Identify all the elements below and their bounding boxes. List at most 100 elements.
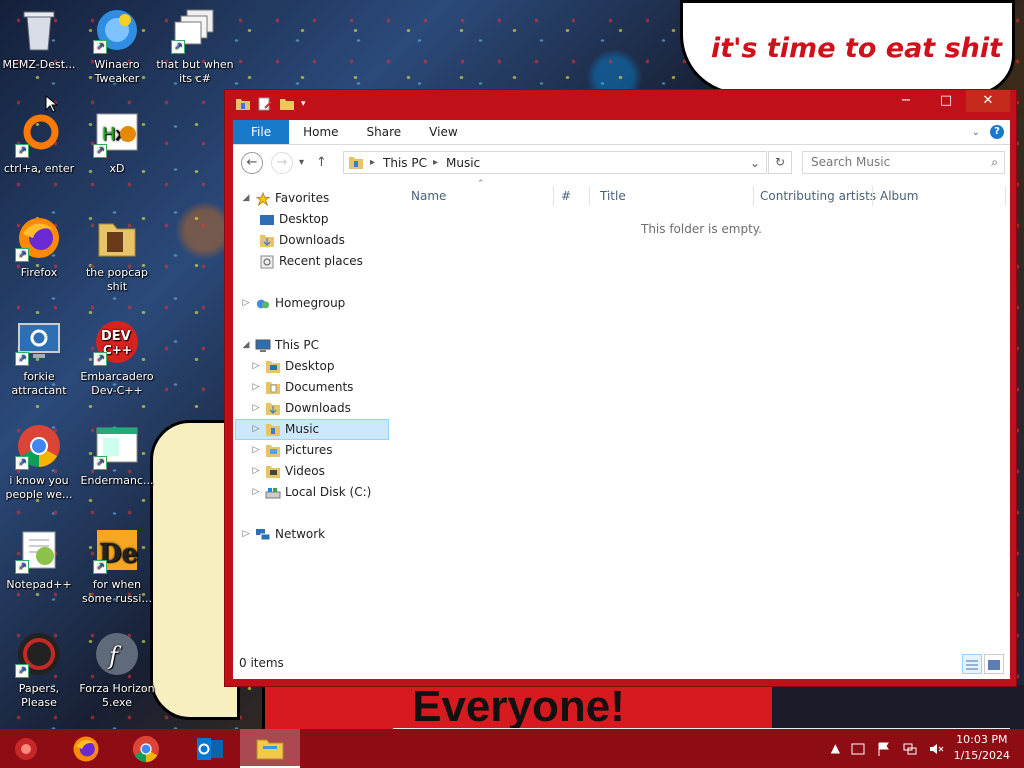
forward-button[interactable]: → — [271, 151, 293, 174]
expand-arrow-icon[interactable]: ▷ — [251, 482, 261, 503]
taskbar-file-explorer[interactable] — [240, 729, 300, 768]
papers-please-icon: ↗ — [15, 630, 63, 678]
close-button[interactable]: ✕ — [966, 90, 1010, 112]
large-icons-view-icon[interactable] — [984, 654, 1004, 674]
breadcrumb-music[interactable]: Music — [446, 156, 480, 170]
refresh-button[interactable]: ↻ — [768, 151, 792, 174]
back-button[interactable]: ← — [241, 151, 263, 174]
desktop-icon-russi[interactable]: De ↗ for when some russi... — [78, 526, 156, 606]
notepadpp-icon: ↗ — [15, 526, 63, 574]
search-icon: ⌕ — [991, 155, 998, 169]
up-button[interactable]: ↑ — [316, 155, 327, 170]
nav-pc-music[interactable]: ▷ Music — [235, 419, 389, 440]
desktop-icon-label: i know you people we... — [5, 474, 73, 501]
nav-pc-videos[interactable]: ▷ Videos — [251, 461, 325, 482]
desktop-icon-chrome[interactable]: ↗ i know you people we... — [0, 422, 78, 502]
tab-file[interactable]: File — [233, 120, 290, 144]
nav-network[interactable]: ▷ Network — [241, 524, 326, 545]
expand-arrow-icon[interactable]: ▷ — [251, 419, 261, 440]
expand-arrow-icon[interactable]: ▷ — [241, 293, 251, 314]
recent-locations-icon[interactable]: ▾ — [299, 157, 304, 168]
nav-this-pc[interactable]: ◢ This PC — [241, 335, 319, 356]
desktop-icon-forkie[interactable]: ↗ forkie attractant — [0, 318, 78, 398]
desktop-icon-forza[interactable]: f Forza Horizon 5.exe — [78, 630, 156, 710]
details-view-icon[interactable] — [962, 654, 982, 674]
expand-arrow-icon[interactable]: ▷ — [251, 356, 261, 377]
address-bar[interactable]: ▸ This PC ▸ Music ⌄ — [343, 151, 767, 174]
properties-icon[interactable] — [257, 96, 273, 112]
nav-label: Music — [285, 422, 320, 436]
navigation-pane[interactable]: ◢ Favorites Desktop Downloads Recent pla… — [233, 180, 393, 648]
collapse-arrow-icon[interactable]: ◢ — [241, 188, 251, 209]
breadcrumb-separator-icon[interactable]: ▸ — [370, 157, 375, 168]
desktop-icon-papers-please[interactable]: ↗ Papers, Please — [0, 630, 78, 710]
network-status-icon[interactable] — [902, 741, 918, 757]
desktop-icon-winaero[interactable]: ↗ Winaero Tweaker — [78, 6, 156, 86]
nav-homegroup[interactable]: ▷ Homegroup — [241, 293, 346, 314]
breadcrumb-separator-icon[interactable]: ▸ — [433, 157, 438, 168]
taskbar-clock[interactable]: 10:03 PM 1/15/2024 — [954, 732, 1010, 764]
taskbar-outlook[interactable] — [180, 729, 240, 768]
flag-icon[interactable] — [876, 741, 892, 757]
desktop-icon-xd[interactable]: Hx ↗ xD — [78, 110, 156, 176]
taskbar-firefox[interactable] — [56, 729, 116, 768]
maximize-button[interactable]: □ — [926, 90, 966, 112]
de-icon: De ↗ — [93, 526, 141, 574]
nav-recent-places[interactable]: Recent places — [255, 251, 363, 272]
breadcrumb-this-pc[interactable]: This PC — [383, 156, 427, 170]
expand-arrow-icon[interactable]: ▷ — [251, 461, 261, 482]
column-divider[interactable] — [589, 186, 590, 206]
explorer-content: ◢ Favorites Desktop Downloads Recent pla… — [233, 179, 1010, 745]
nav-favorites[interactable]: ◢ Favorites — [241, 188, 329, 209]
tab-share[interactable]: Share — [353, 120, 416, 144]
desktop-icon-memz[interactable]: MEMZ-Dest... — [0, 6, 78, 72]
expand-ribbon-icon[interactable]: ⌄ — [972, 127, 980, 138]
search-input[interactable]: Search Music ⌕ — [802, 151, 1005, 174]
address-dropdown-icon[interactable]: ⌄ — [750, 156, 760, 170]
tab-view[interactable]: View — [415, 120, 471, 144]
nav-pc-documents[interactable]: ▷ Documents — [251, 377, 354, 398]
help-icon[interactable]: ? — [990, 125, 1004, 139]
nav-pc-pictures[interactable]: ▷ Pictures — [251, 440, 333, 461]
desktop-icon-cs[interactable]: ↗ that but when its c# — [156, 6, 234, 86]
collapse-arrow-icon[interactable]: ◢ — [241, 335, 251, 356]
column-divider[interactable] — [1005, 186, 1006, 206]
column-header-contributing-artists[interactable]: Contributing artists — [760, 186, 876, 206]
volume-muted-icon[interactable] — [928, 741, 944, 757]
wallpaper-art — [772, 685, 1024, 729]
qa-dropdown-icon[interactable]: ▾ — [301, 99, 306, 109]
desktop-icon-firefox[interactable]: ↗ Firefox — [0, 214, 78, 280]
nav-favorites-downloads[interactable]: Downloads — [255, 230, 345, 251]
nav-favorites-desktop[interactable]: Desktop — [255, 209, 329, 230]
window-titlebar[interactable]: ▾ − □ ✕ — [225, 90, 1016, 120]
mouse-pointer-icon — [45, 95, 57, 113]
expand-arrow-icon[interactable]: ▷ — [241, 524, 251, 545]
desktop-icon-ctrl-a[interactable]: ↗ ctrl+a, enter — [0, 110, 78, 176]
show-hidden-icons-icon[interactable]: ▲ — [831, 741, 840, 757]
wallpaper-speech-bubble: it's time to eat shit — [680, 0, 1015, 95]
nav-pc-desktop[interactable]: ▷ Desktop — [251, 356, 335, 377]
app-tray-icon[interactable] — [850, 741, 866, 757]
minimize-button[interactable]: − — [886, 90, 926, 112]
expand-arrow-icon[interactable]: ▷ — [251, 440, 261, 461]
column-header-album[interactable]: Album — [880, 186, 918, 206]
nav-pc-local-disk[interactable]: ▷ Local Disk (C:) — [251, 482, 372, 503]
expand-arrow-icon[interactable]: ▷ — [251, 377, 261, 398]
column-header-number[interactable]: # — [561, 186, 571, 206]
column-divider[interactable] — [753, 186, 754, 206]
tab-home[interactable]: Home — [289, 120, 352, 144]
expand-arrow-icon[interactable]: ▷ — [251, 398, 261, 419]
column-divider[interactable] — [553, 186, 554, 206]
column-header-title[interactable]: Title — [600, 186, 626, 206]
nav-pc-downloads[interactable]: ▷ Downloads — [251, 398, 351, 419]
column-header-name[interactable]: Name — [411, 186, 446, 206]
file-list[interactable]: Name ⌃ # Title Contributing artists Albu… — [393, 179, 1010, 648]
start-button[interactable] — [0, 729, 52, 768]
desktop-icon-notepadpp[interactable]: ↗ Notepad++ — [0, 526, 78, 592]
column-divider[interactable] — [872, 186, 873, 206]
desktop-icon-endermanch[interactable]: ↗ Endermanc... — [78, 422, 156, 488]
desktop-icon-devcpp[interactable]: DEV C++ ↗ Embarcadero Dev-C++ — [78, 318, 156, 398]
taskbar-chrome[interactable] — [116, 729, 176, 768]
desktop-icon-popcap[interactable]: the popcap shit — [78, 214, 156, 294]
new-folder-icon[interactable] — [279, 96, 295, 112]
